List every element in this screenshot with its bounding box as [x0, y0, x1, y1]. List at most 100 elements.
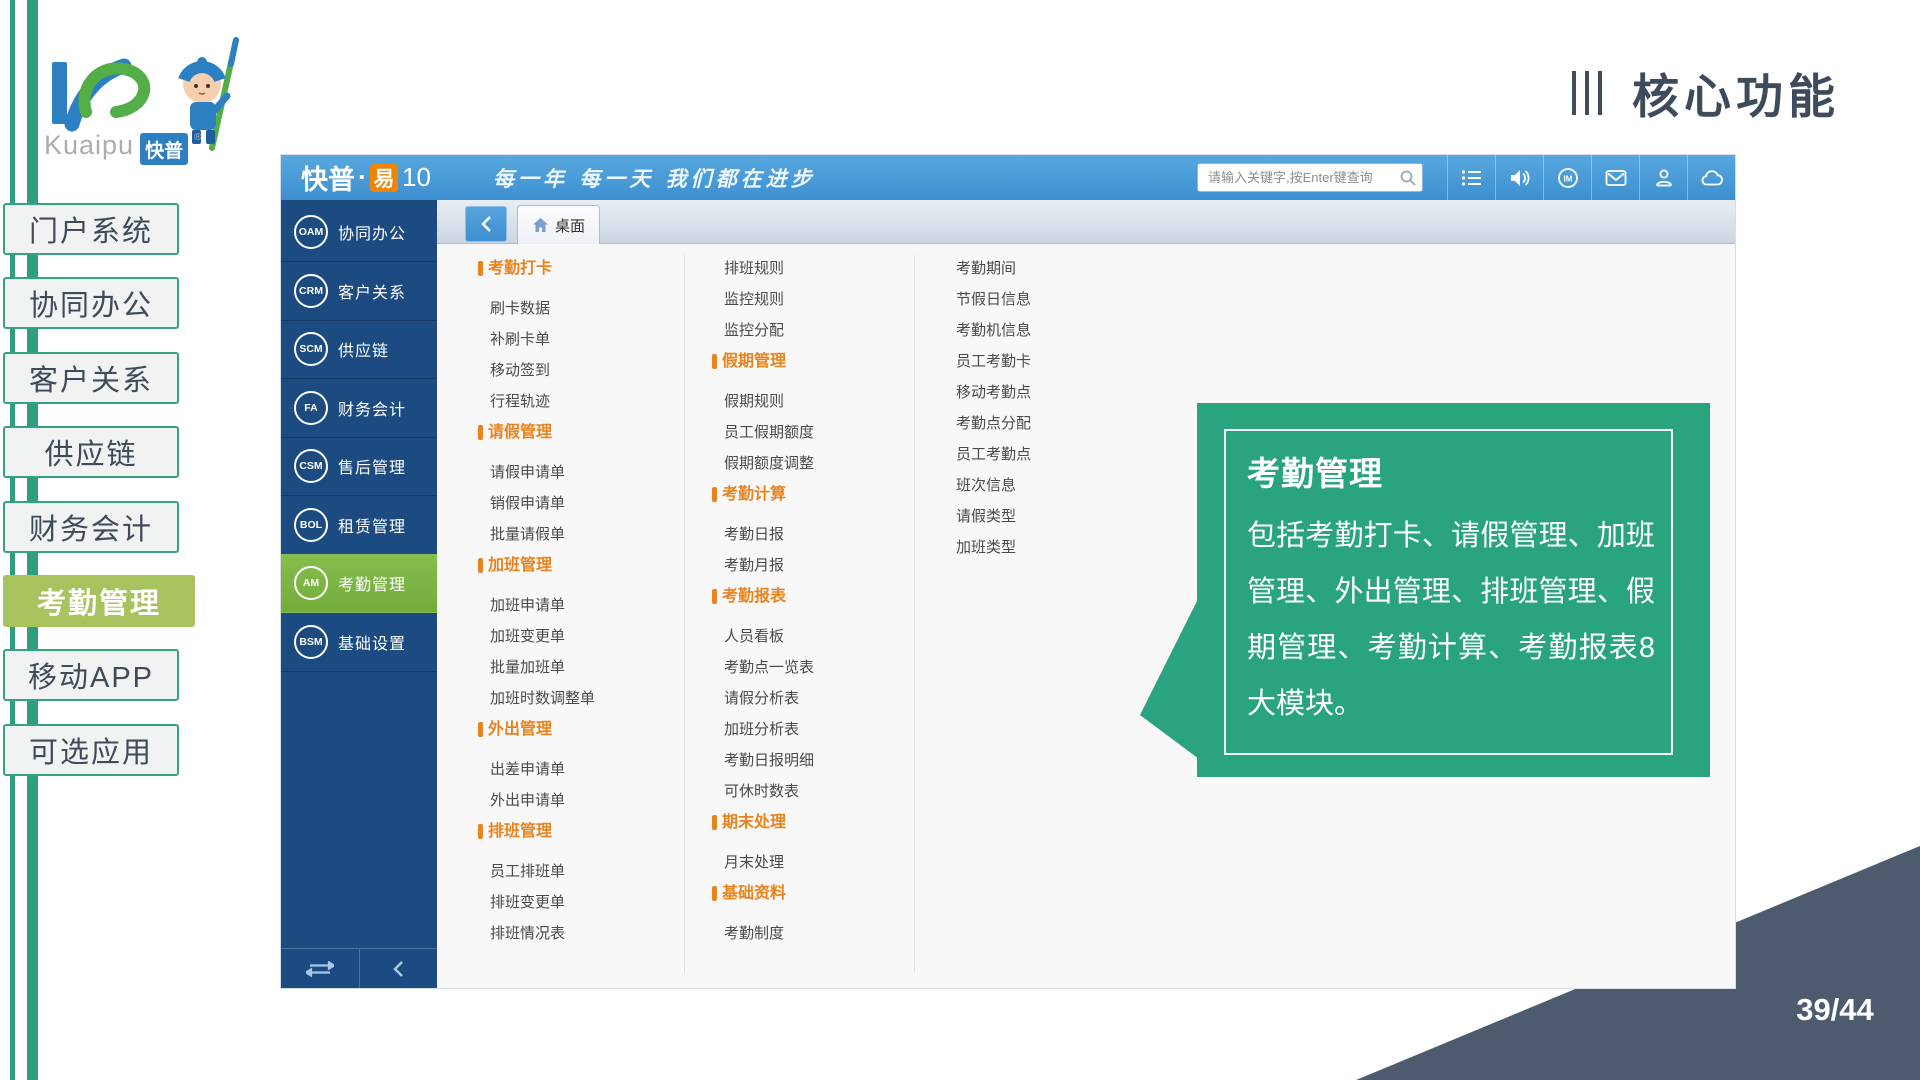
menu-column-3: 考勤期间节假日信息考勤机信息员工考勤卡移动考勤点考勤点分配员工考勤点班次信息请假…: [944, 253, 1031, 563]
menu-item[interactable]: 补刷卡单: [478, 324, 595, 355]
column-divider-1: [684, 255, 685, 973]
menu-item[interactable]: 班次信息: [944, 470, 1031, 501]
menu-item[interactable]: 出差申请单: [478, 754, 595, 785]
sidebar-module-oam[interactable]: OAM协同办公: [281, 203, 437, 262]
home-icon: [532, 217, 549, 233]
sidebar-module-scm[interactable]: SCM供应链: [281, 320, 437, 379]
tab-desktop[interactable]: 桌面: [517, 205, 600, 244]
module-label: 客户关系: [338, 279, 406, 303]
menu-item[interactable]: 请假类型: [944, 501, 1031, 532]
app-sidebar: OAM协同办公 CRM 客户关系 SCM供应链FA财务会计CSM售后管理BOL租赁管理…: [281, 200, 437, 988]
sidebar-module-csm[interactable]: CSM售后管理: [281, 437, 437, 496]
menu-item[interactable]: 移动签到: [478, 355, 595, 386]
menu-item[interactable]: 刷卡数据: [478, 293, 595, 324]
menu-item[interactable]: 批量请假单: [478, 519, 595, 550]
menu-item[interactable]: 考勤点分配: [944, 408, 1031, 439]
user-icon[interactable]: [1639, 155, 1687, 200]
menu-item[interactable]: 员工考勤卡: [944, 346, 1031, 377]
collapse-icon[interactable]: [359, 949, 438, 988]
menu-item[interactable]: 请假分析表: [712, 683, 814, 714]
slide-title-block: 核心功能: [1572, 58, 1840, 127]
menu-item[interactable]: 考勤机信息: [944, 315, 1031, 346]
sidebar-module-bsm[interactable]: BSM基础设置: [281, 613, 437, 672]
menu-item[interactable]: 考勤期间: [944, 253, 1031, 284]
menu-item[interactable]: 人员看板: [712, 621, 814, 652]
menu-item[interactable]: 考勤日报: [712, 519, 814, 550]
menu-item[interactable]: 加班时数调整单: [478, 683, 595, 714]
nav-item-4[interactable]: 供应链: [3, 426, 179, 478]
im-icon[interactable]: IM: [1543, 155, 1591, 200]
module-badge-icon: BSM: [294, 625, 328, 659]
cloud-icon[interactable]: [1687, 155, 1735, 200]
app-header: 快普 · 易 10 每一年 每一天 我们都在进步 IM: [281, 155, 1735, 200]
sidebar-module-am[interactable]: AM考勤管理: [281, 554, 437, 613]
search-icon[interactable]: [1399, 169, 1417, 187]
menu-item[interactable]: 加班变更单: [478, 621, 595, 652]
menu-item[interactable]: 考勤月报: [712, 550, 814, 581]
list-icon[interactable]: [1447, 155, 1495, 200]
menu-item[interactable]: 考勤日报明细: [712, 745, 814, 776]
menu-item[interactable]: 加班类型: [944, 532, 1031, 563]
sidebar-footer: [281, 948, 437, 988]
nav-item-1[interactable]: 门户系统: [3, 203, 179, 255]
menu-section-header: 考勤报表: [712, 581, 814, 612]
section-bullet-icon: [478, 261, 483, 276]
sidebar-module-fa[interactable]: FA财务会计: [281, 379, 437, 438]
menu-item[interactable]: 批量加班单: [478, 652, 595, 683]
menu-item[interactable]: 月末处理: [712, 847, 814, 878]
menu-item[interactable]: 员工排班单: [478, 856, 595, 887]
section-bullet-icon: [478, 824, 483, 839]
menu-item[interactable]: 员工考勤点: [944, 439, 1031, 470]
sidebar-module-bol[interactable]: BOL租赁管理: [281, 496, 437, 555]
menu-item[interactable]: 监控规则: [712, 284, 814, 315]
tab-bar: 桌面: [437, 200, 1735, 244]
menu-section-header: 排班管理: [478, 816, 595, 847]
logo-registered-mark: ®: [194, 132, 201, 143]
section-bullet-icon: [712, 886, 717, 901]
nav-item-2[interactable]: 协同办公: [3, 277, 179, 329]
menu-item[interactable]: 请假申请单: [478, 457, 595, 488]
swap-icon[interactable]: [281, 949, 359, 988]
menu-item[interactable]: 考勤点一览表: [712, 652, 814, 683]
module-label: 供应链: [338, 337, 389, 361]
section-bullet-icon: [478, 558, 483, 573]
back-button[interactable]: [465, 206, 507, 242]
menu-item[interactable]: 假期规则: [712, 386, 814, 417]
logo-text: Kuaipu 快普 ®: [44, 130, 201, 165]
brand-version: 10: [402, 162, 431, 193]
nav-item-7[interactable]: 移动APP: [3, 649, 179, 701]
menu-section-header: 请假管理: [478, 417, 595, 448]
menu-item[interactable]: 加班分析表: [712, 714, 814, 745]
menu-item[interactable]: 行程轨迹: [478, 386, 595, 417]
menu-item[interactable]: 移动考勤点: [944, 377, 1031, 408]
menu-item[interactable]: 销假申请单: [478, 488, 595, 519]
menu-item[interactable]: 员工假期额度: [712, 417, 814, 448]
menu-item[interactable]: 排班规则: [712, 253, 814, 284]
menu-section-header: 假期管理: [712, 346, 814, 377]
nav-item-8[interactable]: 可选应用: [3, 724, 179, 776]
page-number: 39/44: [1770, 992, 1900, 1028]
search-input[interactable]: [1206, 169, 1399, 186]
module-label: 考勤管理: [338, 571, 406, 595]
menu-item[interactable]: 加班申请单: [478, 590, 595, 621]
menu-item[interactable]: 监控分配: [712, 315, 814, 346]
nav-item-6[interactable]: 考勤管理: [3, 575, 195, 627]
menu-item[interactable]: 考勤制度: [712, 918, 814, 949]
menu-item[interactable]: 节假日信息: [944, 284, 1031, 315]
speaker-icon[interactable]: [1495, 155, 1543, 200]
brand-name: 快普: [301, 158, 355, 197]
section-bullet-icon: [478, 425, 483, 440]
menu-section-header: 外出管理: [478, 714, 595, 745]
menu-item[interactable]: 外出申请单: [478, 785, 595, 816]
menu-item[interactable]: 假期额度调整: [712, 448, 814, 479]
menu-item[interactable]: 可休时数表: [712, 776, 814, 807]
mail-icon[interactable]: [1591, 155, 1639, 200]
module-badge-icon: CRM: [294, 274, 328, 308]
menu-item[interactable]: 排班情况表: [478, 918, 595, 949]
sidebar-module-crm[interactable]: CRM 客户关系: [281, 262, 437, 321]
callout-content: 考勤管理 包括考勤打卡、请假管理、加班管理、外出管理、排班管理、假期管理、考勤计…: [1247, 447, 1655, 733]
nav-item-3[interactable]: 客户关系: [3, 352, 179, 404]
menu-item[interactable]: 排班变更单: [478, 887, 595, 918]
menu-section-header: 加班管理: [478, 550, 595, 581]
nav-item-5[interactable]: 财务会计: [3, 501, 179, 553]
